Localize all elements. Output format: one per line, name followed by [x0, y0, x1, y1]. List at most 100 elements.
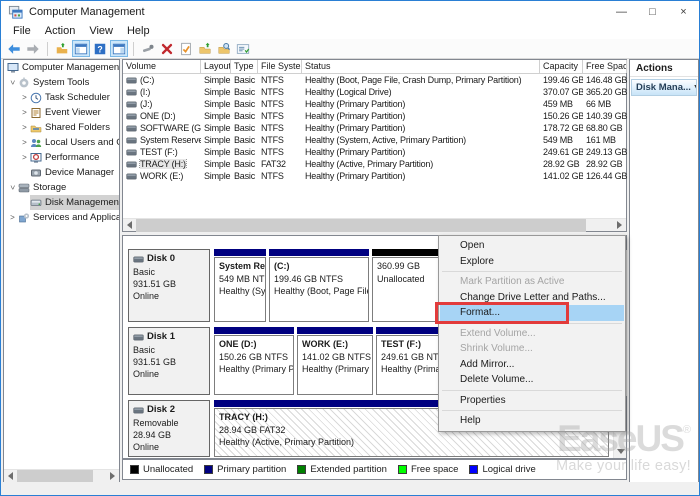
cell: Simple: [201, 135, 231, 145]
volume-icon: [126, 77, 137, 84]
expand-icon[interactable]: >: [19, 108, 30, 117]
cell: 126.44 GB: [583, 171, 627, 181]
table-row[interactable]: (C:)SimpleBasicNTFSHealthy (Boot, Page F…: [123, 74, 626, 86]
console-tree-toggle-icon[interactable]: [72, 40, 90, 57]
properties-icon[interactable]: [234, 40, 252, 57]
action-pane-toggle-icon[interactable]: [110, 40, 128, 57]
menu-file[interactable]: File: [6, 25, 38, 37]
scroll-thumb[interactable]: [136, 219, 586, 232]
partition-title: System Reserved: [219, 260, 261, 273]
delete-icon[interactable]: [158, 40, 176, 57]
table-row[interactable]: ONE (D:)SimpleBasicNTFSHealthy (Primary …: [123, 110, 626, 122]
export-icon[interactable]: [53, 40, 71, 57]
sidebar-item-local-users-and-gr[interactable]: >Local Users and Gr: [4, 135, 119, 150]
table-row[interactable]: WORK (E:)SimpleBasicNTFSHealthy (Primary…: [123, 170, 626, 182]
close-button[interactable]: ×: [668, 1, 699, 23]
column-header-capacity[interactable]: Capacity: [540, 60, 583, 73]
disk-label-box[interactable]: Disk 1Basic931.51 GBOnline: [128, 327, 210, 395]
disk-management-actions-group[interactable]: Disk Mana... ▼: [631, 79, 697, 96]
menu-help[interactable]: Help: [120, 25, 157, 37]
maximize-button[interactable]: □: [637, 1, 668, 23]
cell: NTFS: [258, 147, 302, 157]
menu-action[interactable]: Action: [38, 25, 83, 37]
column-header-free-space[interactable]: Free Space: [583, 60, 627, 73]
scroll-down-icon[interactable]: [614, 445, 627, 458]
collapse-icon[interactable]: >: [8, 182, 17, 193]
tree-horizontal-scrollbar[interactable]: [4, 469, 119, 482]
explore-folder-icon[interactable]: [215, 40, 233, 57]
scroll-left-icon[interactable]: [4, 470, 17, 483]
partition-one-d[interactable]: ONE (D:)150.26 GB NTFSHealthy (Primary P…: [214, 327, 294, 395]
partition-system-reserved[interactable]: System Reserved549 MB NTFSHealthy (Syste…: [214, 249, 266, 322]
cell: Basic: [231, 87, 258, 97]
open-folder-icon[interactable]: [196, 40, 214, 57]
expand-icon[interactable]: >: [19, 138, 30, 147]
table-row[interactable]: TEST (F:)SimpleBasicNTFSHealthy (Primary…: [123, 146, 626, 158]
table-row[interactable]: TRACY (H:)SimpleBasicFAT32Healthy (Activ…: [123, 158, 626, 170]
sidebar-item-device-manager[interactable]: Device Manager: [4, 165, 119, 180]
context-menu-item-explore[interactable]: Explore: [440, 254, 624, 270]
sidebar-item-disk-management[interactable]: Disk Management: [4, 195, 119, 210]
context-menu-item-help[interactable]: Help: [440, 413, 624, 429]
column-header-file-system[interactable]: File System: [258, 60, 302, 73]
volume-name-cell: (J:): [123, 99, 201, 109]
scroll-right-icon[interactable]: [613, 219, 626, 232]
cell: NTFS: [258, 87, 302, 97]
column-header-status[interactable]: Status: [302, 60, 540, 73]
cell: 549 MB: [540, 135, 583, 145]
cell: Healthy (Primary Partition): [302, 171, 540, 181]
back-icon[interactable]: [5, 40, 23, 57]
minimize-button[interactable]: —: [606, 1, 637, 23]
window-controls: — □ ×: [606, 1, 699, 23]
sidebar-item-shared-folders[interactable]: >Shared Folders: [4, 120, 119, 135]
volume-list-horizontal-scrollbar[interactable]: [123, 218, 626, 231]
expand-icon[interactable]: >: [19, 123, 30, 132]
sidebar-item-computer-management[interactable]: Computer Management (: [4, 60, 119, 75]
partition-legend: UnallocatedPrimary partitionExtended par…: [122, 459, 627, 480]
partition-c[interactable]: (C:)199.46 GB NTFSHealthy (Boot, Page Fi…: [269, 249, 369, 322]
tree-item-label: Device Manager: [45, 167, 114, 178]
column-header-layout[interactable]: Layout: [201, 60, 231, 73]
expand-icon[interactable]: >: [19, 93, 30, 102]
help-icon[interactable]: ?: [91, 40, 109, 57]
partition-work-e[interactable]: WORK (E:)141.02 GB NTFSHealthy (Primary …: [297, 327, 373, 395]
context-menu-item-add-mirror[interactable]: Add Mirror...: [440, 357, 624, 373]
context-menu-item-open[interactable]: Open: [440, 238, 624, 254]
tools-icon: [18, 77, 30, 89]
menu-view[interactable]: View: [82, 25, 120, 37]
sidebar-item-system-tools[interactable]: >System Tools: [4, 75, 119, 90]
scroll-left-icon[interactable]: [123, 219, 136, 232]
menu-bar: FileActionViewHelp: [1, 23, 699, 39]
sidebar-item-performance[interactable]: >Performance: [4, 150, 119, 165]
table-row[interactable]: SOFTWARE (G:)SimpleBasicNTFSHealthy (Pri…: [123, 122, 626, 134]
chevron-down-icon[interactable]: ▼: [693, 84, 697, 91]
volume-label: TEST (F:): [140, 147, 178, 157]
table-row[interactable]: (J:)SimpleBasicNTFSHealthy (Primary Part…: [123, 98, 626, 110]
column-header-type[interactable]: Type: [231, 60, 258, 73]
expand-icon[interactable]: >: [19, 153, 30, 162]
partition-status: Healthy (Active, Primary Partition): [219, 436, 604, 449]
window-title: Computer Management: [29, 6, 145, 18]
scroll-right-icon[interactable]: [106, 470, 119, 483]
sidebar-item-event-viewer[interactable]: >Event Viewer: [4, 105, 119, 120]
context-menu-item-properties[interactable]: Properties: [440, 393, 624, 409]
disk-kind: Basic: [133, 344, 205, 356]
forward-icon[interactable]: [24, 40, 42, 57]
expand-icon[interactable]: >: [7, 213, 18, 222]
column-header-volume[interactable]: Volume: [123, 60, 201, 73]
disk-label-box[interactable]: Disk 0Basic931.51 GBOnline: [128, 249, 210, 322]
scroll-thumb[interactable]: [17, 470, 93, 483]
collapse-icon[interactable]: >: [8, 77, 17, 88]
disk-label-box[interactable]: Disk 2Removable28.94 GBOnline: [128, 400, 210, 457]
table-row[interactable]: (I:)SimpleBasicNTFSHealthy (Logical Driv…: [123, 86, 626, 98]
sidebar-item-services-and-applicati[interactable]: >Services and Applicati: [4, 210, 119, 225]
context-menu-item-delete-volume[interactable]: Delete Volume...: [440, 372, 624, 388]
rescan-disks-icon[interactable]: [139, 40, 157, 57]
disk-icon: [133, 407, 144, 414]
table-row[interactable]: System ReservedSimpleBasicNTFSHealthy (S…: [123, 134, 626, 146]
disk-name: Disk 0: [133, 253, 205, 266]
sidebar-item-storage[interactable]: >Storage: [4, 180, 119, 195]
check-document-icon[interactable]: [177, 40, 195, 57]
legend-swatch-icon: [297, 465, 306, 474]
sidebar-item-task-scheduler[interactable]: >Task Scheduler: [4, 90, 119, 105]
